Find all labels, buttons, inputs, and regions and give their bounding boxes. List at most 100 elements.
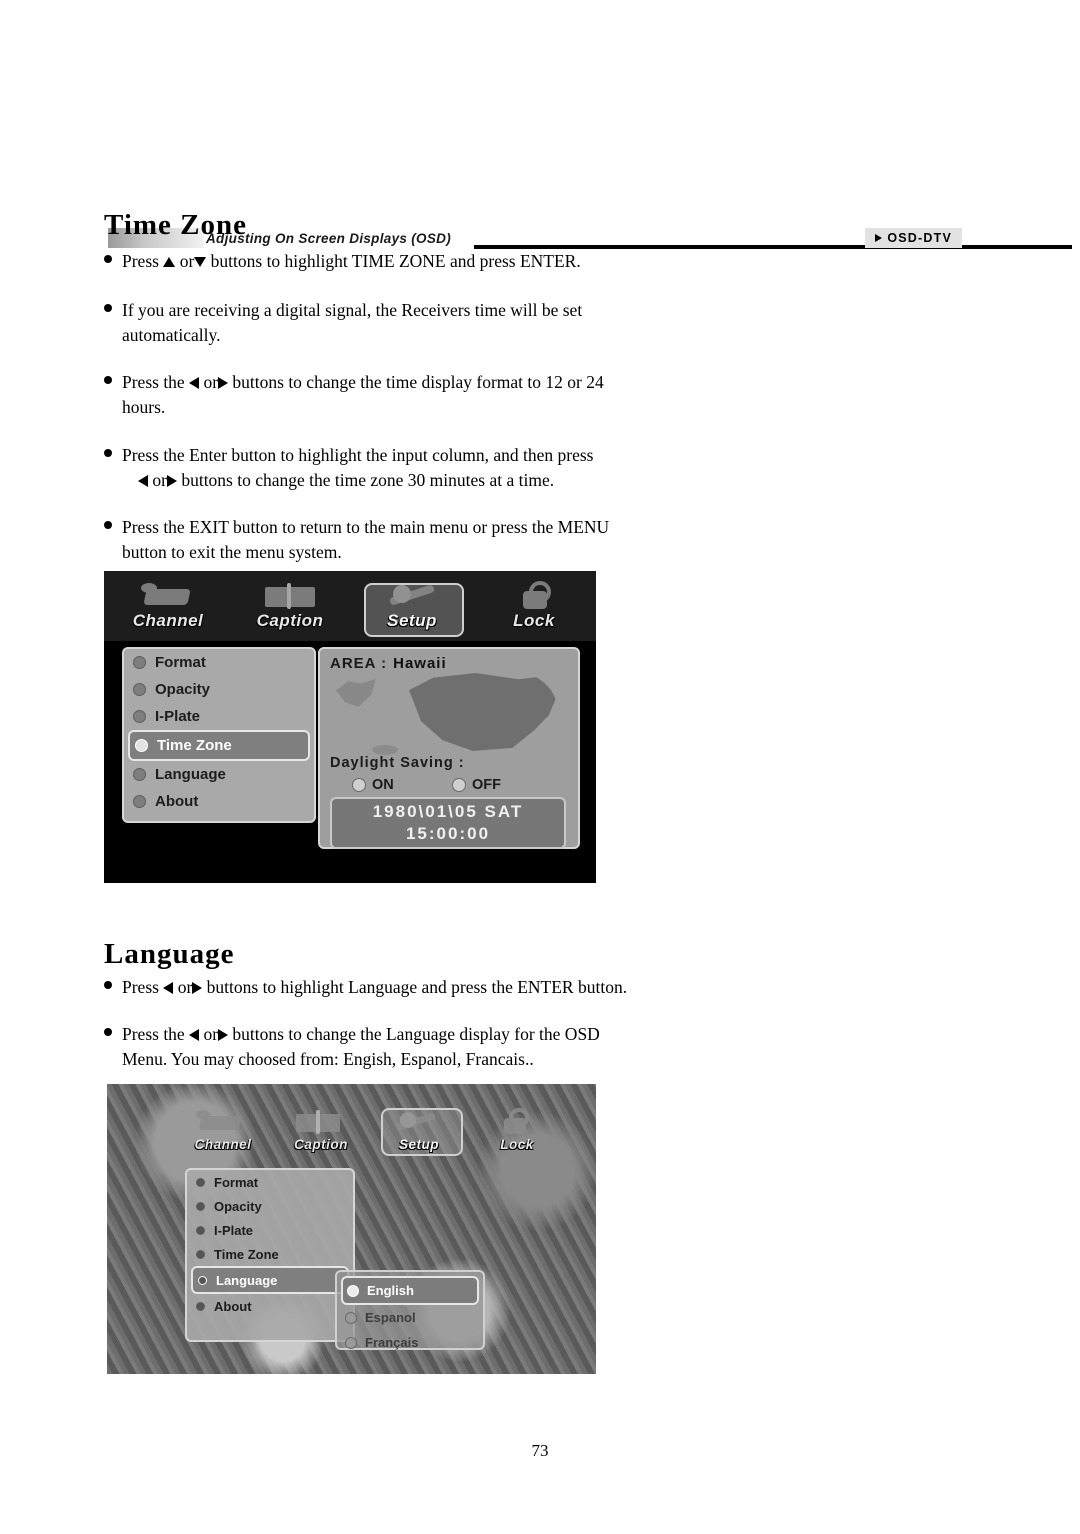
osd-tab-caption[interactable]: Caption [275,1106,367,1154]
bullet-icon [196,1225,205,1235]
osd-tab-bar: Channel Caption Setup Lock [107,1100,596,1162]
osd-menu-item-time-zone[interactable]: Time Zone [128,730,310,761]
language-option-english[interactable]: English [341,1276,479,1305]
arrow-left-icon [189,1028,200,1041]
osd-menu-item-format[interactable]: Format [124,649,314,676]
bullet-text-line2: button to exit the menu system. [122,542,342,562]
osd-tab-setup[interactable]: Setup [373,1106,465,1156]
osd-menu-label: Format [214,1174,259,1190]
bullet-icon [198,1275,207,1285]
bullet-text-mid: or [199,372,219,392]
bullet-icon [133,683,146,696]
osd-menu-label: Opacity [214,1198,262,1214]
header-tag: OSD-DTV [865,228,962,248]
hawaii-map-graphic [372,745,398,755]
language-options-panel: English Espanol Français [335,1270,485,1350]
daylight-saving-on-option[interactable]: ON [352,777,394,793]
osd-menu-item-opacity[interactable]: Opacity [187,1194,353,1218]
osd-menu-item-about[interactable]: About [124,788,314,815]
area-row: AREA : Hawaii [330,655,447,672]
bullet-text-pre: Press the [122,372,190,392]
osd-screenshot-time-zone: Channel Caption Setup Lock Format Opacit… [104,571,596,883]
page-number: 73 [531,1441,549,1460]
osd-tab-channel[interactable]: Channel [112,579,224,633]
bullet-icon [133,795,146,808]
bullet-text-line1: If you are receiving a digital signal, t… [122,300,583,320]
daylight-on-label: ON [372,777,394,793]
triangle-icon [875,234,883,242]
lock-icon [488,1106,546,1140]
setup-icon [383,579,441,613]
osd-tab-label: Channel [194,1137,252,1152]
osd-menu-list: Format Opacity I-Plate Time Zone Languag… [185,1168,355,1342]
bullet-text-post: buttons to change the Language display f… [228,1024,600,1044]
osd-menu-item-i-plate[interactable]: I-Plate [187,1218,353,1242]
alaska-map-graphic [336,679,376,707]
us-map-graphic [409,673,558,751]
osd-tab-setup[interactable]: Setup [356,579,468,637]
osd-menu-item-language[interactable]: Language [124,761,314,788]
arrow-right-icon [192,981,203,994]
bullet-dot [104,449,112,457]
arrow-right-icon [218,1028,229,1041]
bullet-time-zone-3: Press the or buttons to change the time … [104,370,924,420]
daylight-off-label: OFF [472,777,501,793]
arrow-right-icon [218,376,229,389]
arrow-down-icon [194,256,207,267]
bullet-text-post: buttons to highlight Language and press … [202,977,628,997]
page-header: Adjusting On Screen Displays (OSD) OSD-D… [0,112,1080,249]
osd-menu-label: Language [216,1272,278,1288]
bullet-icon [133,710,146,723]
osd-menu-label: I-Plate [155,708,201,725]
channel-icon [194,1106,252,1140]
bullet-dot [104,981,112,989]
language-option-espanol[interactable]: Espanol [337,1305,483,1330]
osd-tab-channel[interactable]: Channel [177,1106,269,1154]
osd-menu-label: Time Zone [214,1246,279,1262]
bullet-icon [133,768,146,781]
arrow-left-icon [189,376,200,389]
language-option-label: Français [365,1335,419,1350]
bullet-text-mid2: or [148,470,167,490]
osd-menu-item-i-plate[interactable]: I-Plate [124,703,314,730]
bullet-text-line1: Press the EXIT button to return to the m… [122,517,610,537]
osd-menu-label: I-Plate [214,1222,254,1238]
arrow-left-icon [138,474,148,487]
osd-menu-item-format[interactable]: Format [187,1170,353,1194]
lock-icon [505,579,563,613]
language-option-label: English [367,1283,414,1298]
radio-icon [452,778,466,792]
bullet-dot [104,255,112,263]
bullet-icon [196,1301,205,1311]
osd-menu-label: Language [155,766,226,783]
header-tag-label: OSD-DTV [887,231,952,245]
radio-icon [352,778,366,792]
bullet-time-zone-1: Press or buttons to highlight TIME ZONE … [104,249,924,274]
osd-menu-item-about[interactable]: About [187,1294,353,1318]
osd-menu-label: About [214,1298,252,1314]
arrow-right-icon [166,474,177,487]
osd-time-zone-panel: AREA : Hawaii Daylight Saving : ON OFF 19… [318,647,580,849]
bullet-text-pre: Press the [122,1024,190,1044]
area-value[interactable]: Hawaii [393,655,447,672]
osd-menu-item-language[interactable]: Language [191,1266,349,1294]
language-option-francais[interactable]: Français [337,1330,483,1355]
osd-tab-lock[interactable]: Lock [471,1106,563,1154]
osd-tab-caption[interactable]: Caption [234,579,346,633]
osd-tab-lock[interactable]: Lock [478,579,590,633]
osd-menu-label: Format [155,654,206,671]
bullet-dot [104,521,112,529]
clock-time: 15:00:00 [405,824,491,843]
osd-menu-item-opacity[interactable]: Opacity [124,676,314,703]
bullet-text-post2: buttons to change the time zone 30 minut… [176,470,555,490]
arrow-left-icon [163,981,174,994]
setup-icon [390,1106,448,1140]
osd-tab-bar: Channel Caption Setup Lock [104,571,596,641]
page-title-language: Language [104,938,235,970]
bullet-text-line2: Menu. You may choosed from: Engish, Espa… [122,1049,534,1069]
caption-icon [292,1106,350,1140]
osd-tab-label: Caption [256,611,324,630]
daylight-saving-off-option[interactable]: OFF [452,777,501,793]
bullet-dot [104,376,112,384]
osd-menu-item-time-zone[interactable]: Time Zone [187,1242,353,1266]
